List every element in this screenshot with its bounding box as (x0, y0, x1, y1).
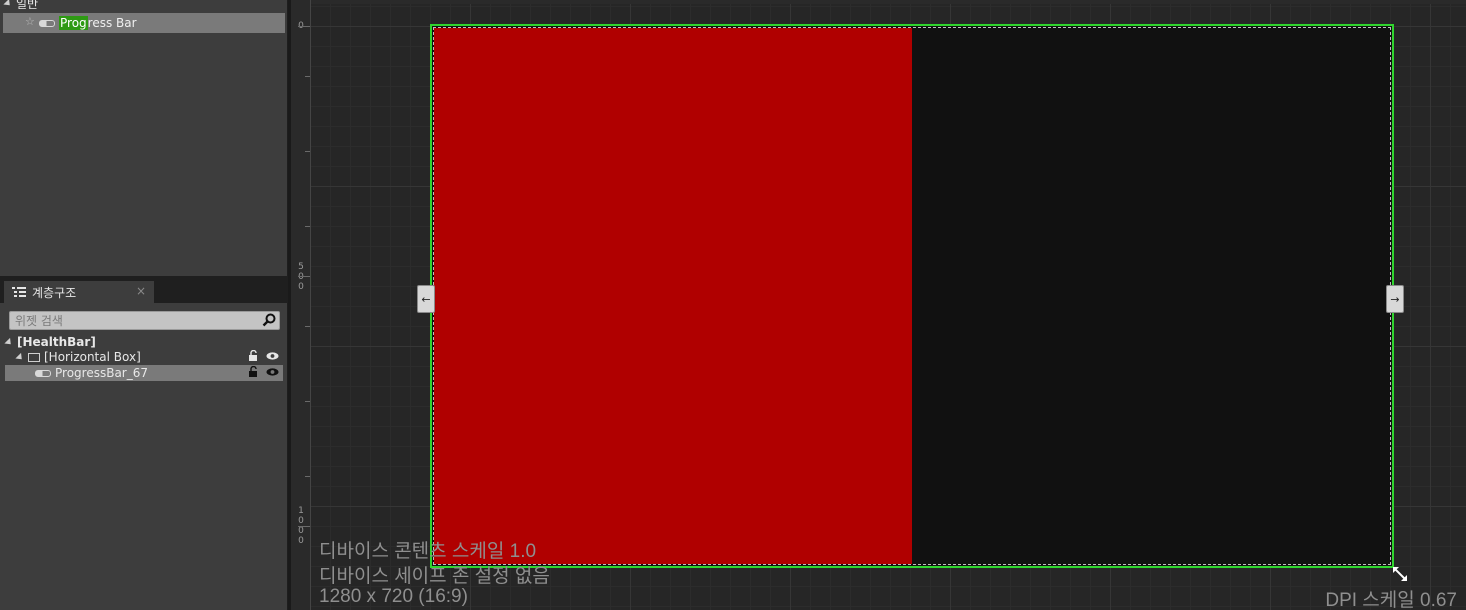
progress-bar-icon (39, 19, 55, 27)
expand-triangle-icon[interactable] (4, 337, 14, 347)
star-icon[interactable]: ☆ (25, 15, 35, 28)
palette-item-label: Progress Bar (59, 16, 137, 30)
umg-editor: { "palette": { "category": "일반", "item_p… (0, 0, 1466, 610)
palette-panel: 일반 ☆ Progress Bar (0, 0, 288, 276)
tree-item-progressbar-67[interactable]: ProgressBar_67 (5, 365, 283, 381)
resize-icon[interactable] (1392, 566, 1408, 582)
horizontal-ruler (311, 0, 1466, 4)
tree-item-label: ProgressBar_67 (55, 366, 148, 380)
close-icon[interactable]: × (136, 284, 146, 298)
ruler-tick (305, 401, 310, 402)
palette-item-progress-bar[interactable]: ☆ Progress Bar (3, 13, 285, 33)
widget-search-input[interactable] (10, 312, 250, 329)
ruler-tick (298, 276, 310, 277)
vertical-ruler: 0 5 0 0 1 0 0 0 (291, 0, 311, 610)
palette-category-header[interactable]: 일반 (0, 0, 288, 11)
left-anchor-handle[interactable]: ← (417, 285, 435, 313)
tab-hierarchy-label: 계층구조 (32, 285, 77, 300)
row-icons (248, 350, 279, 362)
search-icon[interactable] (262, 313, 276, 327)
ruler-tick (305, 476, 310, 477)
progress-bar-fill (434, 28, 912, 564)
tab-hierarchy[interactable]: 계층구조 × (4, 281, 154, 303)
ruler-tick (305, 76, 310, 77)
ruler-tick (305, 326, 310, 327)
eye-icon[interactable] (266, 350, 279, 362)
ruler-label-500: 5 0 0 (298, 262, 304, 292)
ruler-tick (305, 151, 310, 152)
tree-item-label: [Horizontal Box] (44, 350, 141, 364)
lock-icon[interactable] (248, 366, 260, 378)
progress-bar-icon (35, 369, 51, 377)
eye-icon[interactable] (266, 366, 279, 378)
right-arrow-icon: → (1390, 292, 1400, 306)
row-icons (248, 366, 279, 378)
hierarchy-panel: 계층구조 × [HealthBar] [Horizontal Box] (0, 280, 288, 610)
lock-icon[interactable] (248, 350, 260, 362)
collapse-triangle-icon[interactable] (3, 0, 13, 8)
horizontal-box-icon (28, 352, 40, 362)
device-content-scale: 디바이스 콘텐츠 스케일 1.0 (319, 541, 537, 562)
ruler-tick (298, 526, 310, 527)
expand-triangle-icon[interactable] (15, 352, 25, 362)
device-safe-zone: 디바이스 세이프 존 설정 없음 (319, 566, 550, 587)
right-anchor-handle[interactable]: → (1386, 285, 1404, 313)
ruler-tick (298, 26, 310, 27)
resolution-label: 1280 x 720 (16:9) (319, 586, 468, 607)
tree-item-horizontal-box[interactable]: [Horizontal Box] (5, 349, 283, 365)
palette-category-label: 일반 (16, 0, 39, 11)
left-arrow-icon: ← (421, 292, 431, 306)
dpi-scale-label: DPI 스케일 0.67 (1325, 590, 1457, 610)
left-panel: 일반 ☆ Progress Bar 계층구조 × 위젯 검색 [HealthBa… (0, 0, 288, 610)
tree-item-label: [HealthBar] (17, 335, 96, 349)
progress-bar-widget[interactable] (430, 24, 1394, 568)
palette-item-label-rest: ress Bar (87, 16, 137, 30)
search-highlight: Prog (59, 16, 88, 30)
hierarchy-list-icon (12, 286, 26, 298)
widget-search (9, 311, 280, 330)
tree-item-healthbar[interactable]: [HealthBar] (4, 334, 283, 350)
hierarchy-tabbar: 계층구조 × (0, 280, 288, 303)
designer-canvas[interactable]: 0 5 0 0 1 0 0 0 ← → 디바이스 콘텐츠 스케일 1.0 디바이… (288, 0, 1466, 610)
ruler-tick (305, 226, 310, 227)
